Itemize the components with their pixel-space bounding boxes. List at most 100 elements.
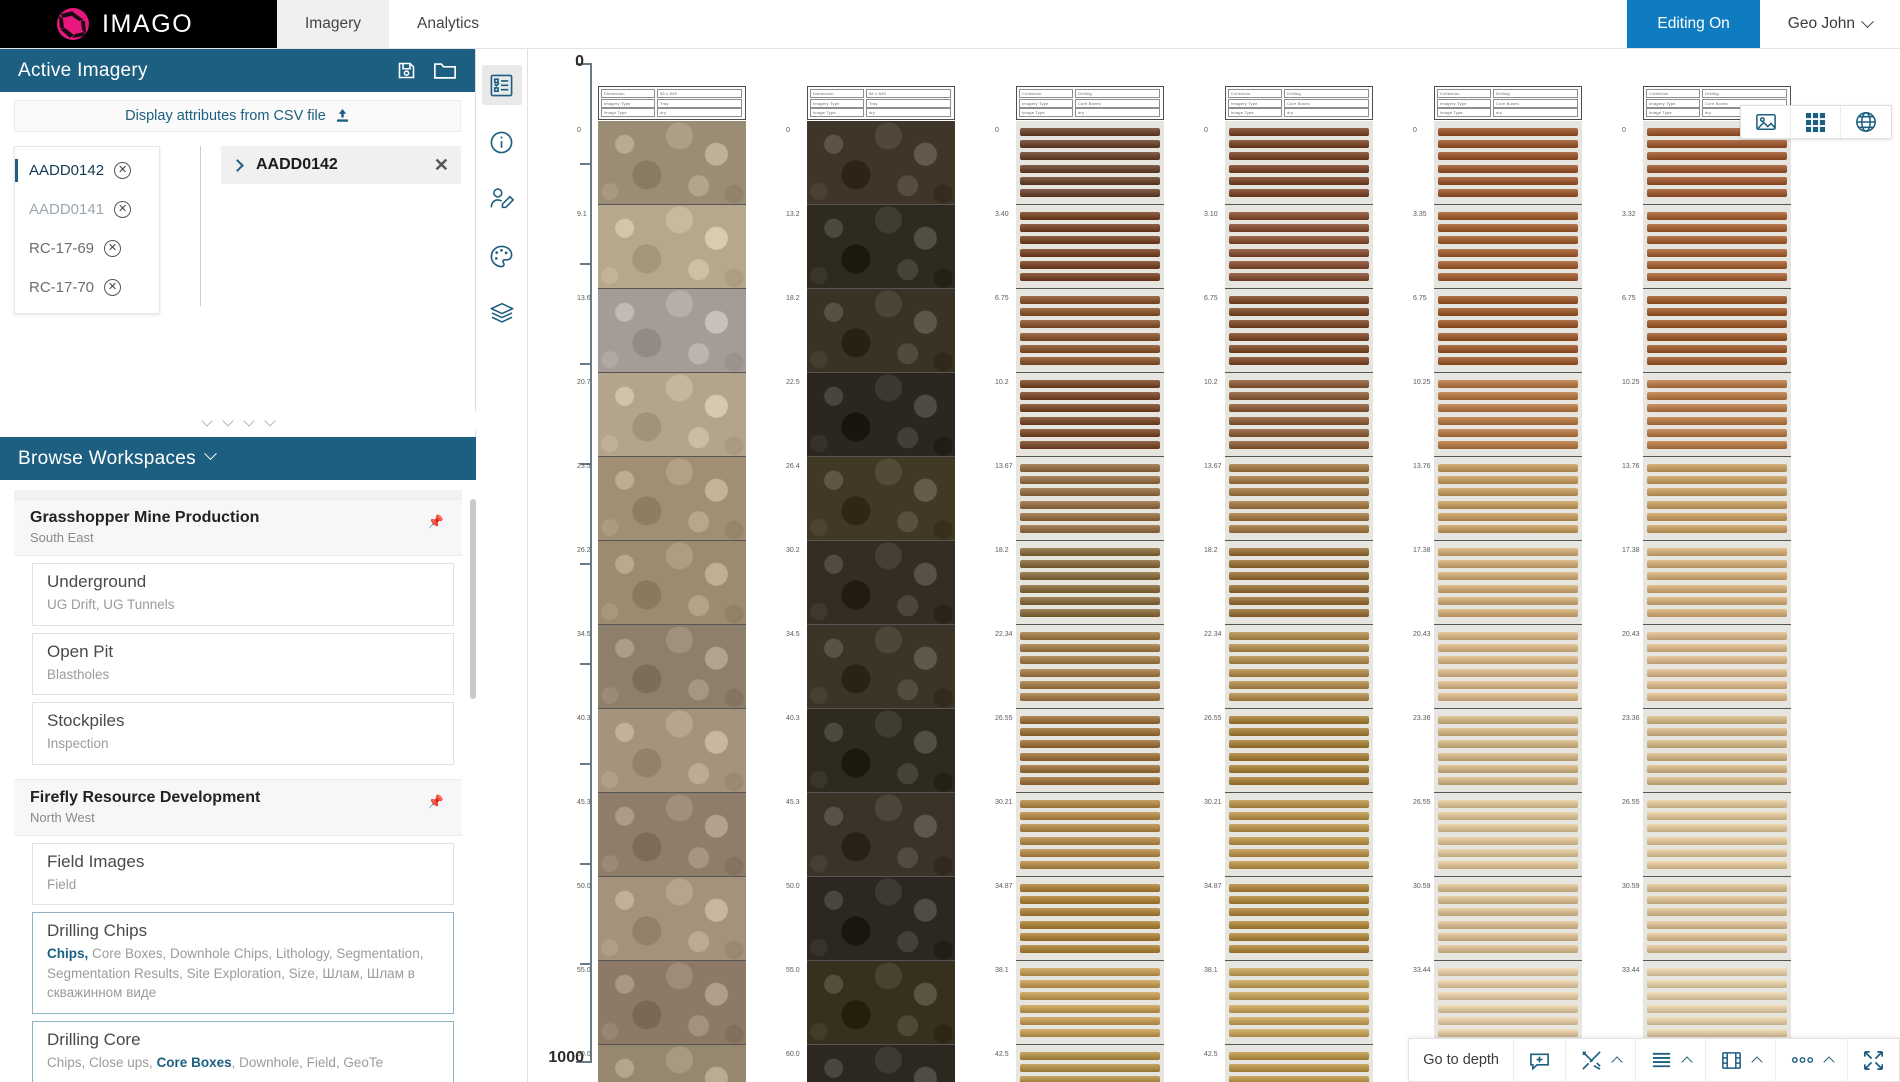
tray-column[interactable]: Collection Drilling Imagery Type Core Boxes… bbox=[1204, 86, 1373, 1082]
chip-tray-image[interactable] bbox=[598, 625, 746, 708]
tray-row[interactable]: 18.2 bbox=[1204, 541, 1373, 625]
tray-row[interactable]: 30.21 bbox=[995, 793, 1164, 877]
tray-row[interactable]: 34.87 bbox=[1204, 877, 1373, 961]
tray-column[interactable]: Dimension 55 x 545 Imagery Type Tray Image T… bbox=[577, 86, 746, 1082]
tray-row[interactable]: 26.4 bbox=[786, 457, 955, 541]
chip-tray-image[interactable] bbox=[807, 205, 955, 288]
panel-resize-handle[interactable] bbox=[0, 411, 476, 431]
tray-row[interactable]: 30.59 bbox=[1622, 877, 1791, 961]
comment-add-icon[interactable] bbox=[1528, 1049, 1551, 1072]
core-box-image[interactable] bbox=[1016, 289, 1164, 372]
tab-imagery[interactable]: Imagery bbox=[277, 0, 389, 48]
tray-row[interactable]: 30.21 bbox=[1204, 793, 1373, 877]
tray-row[interactable]: 50.0 bbox=[786, 877, 955, 961]
tray-row[interactable]: 13.67 bbox=[1204, 457, 1373, 541]
display-csv-attributes-button[interactable]: Display attributes from CSV file bbox=[14, 100, 461, 132]
tray-row[interactable]: 34.5 bbox=[577, 625, 746, 709]
editing-toggle-button[interactable]: Editing On bbox=[1627, 0, 1760, 48]
tray-row[interactable]: 33.44 bbox=[1413, 961, 1582, 1045]
core-box-image[interactable] bbox=[1016, 541, 1164, 624]
core-box-image[interactable] bbox=[1225, 205, 1373, 288]
chip-tray-image[interactable] bbox=[807, 793, 955, 876]
tray-row[interactable]: 22.34 bbox=[995, 625, 1164, 709]
tray-row[interactable]: 26.55 bbox=[995, 709, 1164, 793]
workspace-item-drilling-chips[interactable]: Drilling Chips Chips, Core Boxes, Downho… bbox=[32, 912, 454, 1014]
chip-tray-image[interactable] bbox=[807, 709, 955, 792]
tray-row[interactable]: 10.2 bbox=[995, 373, 1164, 457]
chevron-up-icon[interactable] bbox=[1611, 1056, 1623, 1068]
chip-tray-image[interactable] bbox=[598, 373, 746, 456]
core-box-image[interactable] bbox=[1016, 961, 1164, 1044]
hole-item-3[interactable]: RC-17-70 ✕ bbox=[15, 268, 159, 307]
list-lines-segment[interactable] bbox=[1636, 1039, 1706, 1081]
tray-row[interactable]: 34.87 bbox=[995, 877, 1164, 961]
workspace-group-0[interactable]: Grasshopper Mine Production South East 📌 bbox=[14, 499, 462, 556]
chip-tray-image[interactable] bbox=[598, 205, 746, 288]
core-box-image[interactable] bbox=[1225, 625, 1373, 708]
tray-row[interactable]: 18.2 bbox=[995, 541, 1164, 625]
chip-tray-image[interactable] bbox=[598, 457, 746, 540]
tab-analytics[interactable]: Analytics bbox=[389, 0, 507, 48]
tray-row[interactable]: 3.32 bbox=[1622, 205, 1791, 289]
list-lines-icon[interactable] bbox=[1650, 1049, 1673, 1072]
tray-row[interactable]: 23.5 bbox=[577, 457, 746, 541]
close-circle-icon[interactable]: ✕ bbox=[104, 240, 122, 257]
rail-person-edit-button[interactable] bbox=[482, 179, 522, 219]
core-box-image[interactable] bbox=[1016, 709, 1164, 792]
view-mode-image-button[interactable] bbox=[1741, 106, 1791, 138]
tray-row[interactable]: 23.36 bbox=[1622, 709, 1791, 793]
tray-row[interactable]: 10.25 bbox=[1413, 373, 1582, 457]
browse-workspaces-header[interactable]: Browse Workspaces bbox=[0, 437, 476, 480]
chip-tray-image[interactable] bbox=[598, 961, 746, 1044]
tray-row[interactable]: 30.2 bbox=[786, 541, 955, 625]
fullscreen-expand-icon[interactable] bbox=[1862, 1049, 1885, 1072]
tray-row[interactable]: 10.25 bbox=[1622, 373, 1791, 457]
tray-row[interactable]: 20.43 bbox=[1622, 625, 1791, 709]
tray-row[interactable]: 6.75 bbox=[1204, 289, 1373, 373]
tray-row[interactable]: 50.0 bbox=[577, 877, 746, 961]
core-box-image[interactable] bbox=[1225, 709, 1373, 792]
tray-row[interactable]: 3.40 bbox=[995, 205, 1164, 289]
more-dots-icon[interactable] bbox=[1790, 1054, 1815, 1066]
workspace-group-1[interactable]: Firefly Resource Development North West … bbox=[14, 778, 462, 836]
tray-row[interactable]: 3.10 bbox=[1204, 205, 1373, 289]
tray-row[interactable]: 34.5 bbox=[786, 625, 955, 709]
hole-item-1[interactable]: AADD0141 ✕ bbox=[15, 190, 159, 229]
pin-icon[interactable]: 📌 bbox=[428, 514, 444, 530]
close-icon[interactable]: ✕ bbox=[434, 155, 449, 176]
chip-tray-image[interactable] bbox=[807, 1045, 955, 1082]
core-box-image[interactable] bbox=[1225, 1045, 1373, 1082]
go-to-depth-segment[interactable]: Go to depth bbox=[1409, 1039, 1514, 1081]
core-box-image[interactable] bbox=[1016, 121, 1164, 204]
chip-tray-image[interactable] bbox=[807, 961, 955, 1044]
filmstrip-segment[interactable] bbox=[1706, 1039, 1776, 1081]
tray-row[interactable]: 45.3 bbox=[786, 793, 955, 877]
core-box-image[interactable] bbox=[1225, 541, 1373, 624]
core-box-image[interactable] bbox=[1016, 625, 1164, 708]
tray-row[interactable]: 13.76 bbox=[1622, 457, 1791, 541]
chip-tray-image[interactable] bbox=[807, 289, 955, 372]
chip-tray-image[interactable] bbox=[807, 121, 955, 204]
core-box-image[interactable] bbox=[1225, 877, 1373, 960]
chip-tray-image[interactable] bbox=[807, 457, 955, 540]
comment-add-segment[interactable] bbox=[1514, 1039, 1566, 1081]
close-circle-icon[interactable]: ✕ bbox=[114, 201, 132, 218]
tray-row[interactable]: 9.1 bbox=[577, 205, 746, 289]
close-circle-icon[interactable]: ✕ bbox=[104, 279, 122, 296]
workspace-list[interactable]: Grasshopper Mine Production South East 📌… bbox=[14, 499, 462, 1082]
core-box-image[interactable] bbox=[1225, 373, 1373, 456]
tray-row[interactable]: 20.7 bbox=[577, 373, 746, 457]
chip-tray-image[interactable] bbox=[807, 625, 955, 708]
chip-tray-image[interactable] bbox=[807, 877, 955, 960]
tray-column[interactable]: Dimension 55 x 545 Imagery Type Tray Image T… bbox=[786, 86, 955, 1082]
save-disk-icon[interactable] bbox=[396, 60, 417, 81]
core-box-image[interactable] bbox=[1016, 457, 1164, 540]
tray-row[interactable]: 55.0 bbox=[577, 961, 746, 1045]
core-box-image[interactable] bbox=[1225, 457, 1373, 540]
chevron-right-icon[interactable] bbox=[231, 158, 244, 172]
view-mode-globe-button[interactable] bbox=[1841, 106, 1891, 138]
rail-layers-button[interactable] bbox=[482, 293, 522, 333]
tray-row[interactable]: 26.2 bbox=[577, 541, 746, 625]
core-box-image[interactable] bbox=[1225, 121, 1373, 204]
tray-row[interactable]: 45.3 bbox=[577, 793, 746, 877]
